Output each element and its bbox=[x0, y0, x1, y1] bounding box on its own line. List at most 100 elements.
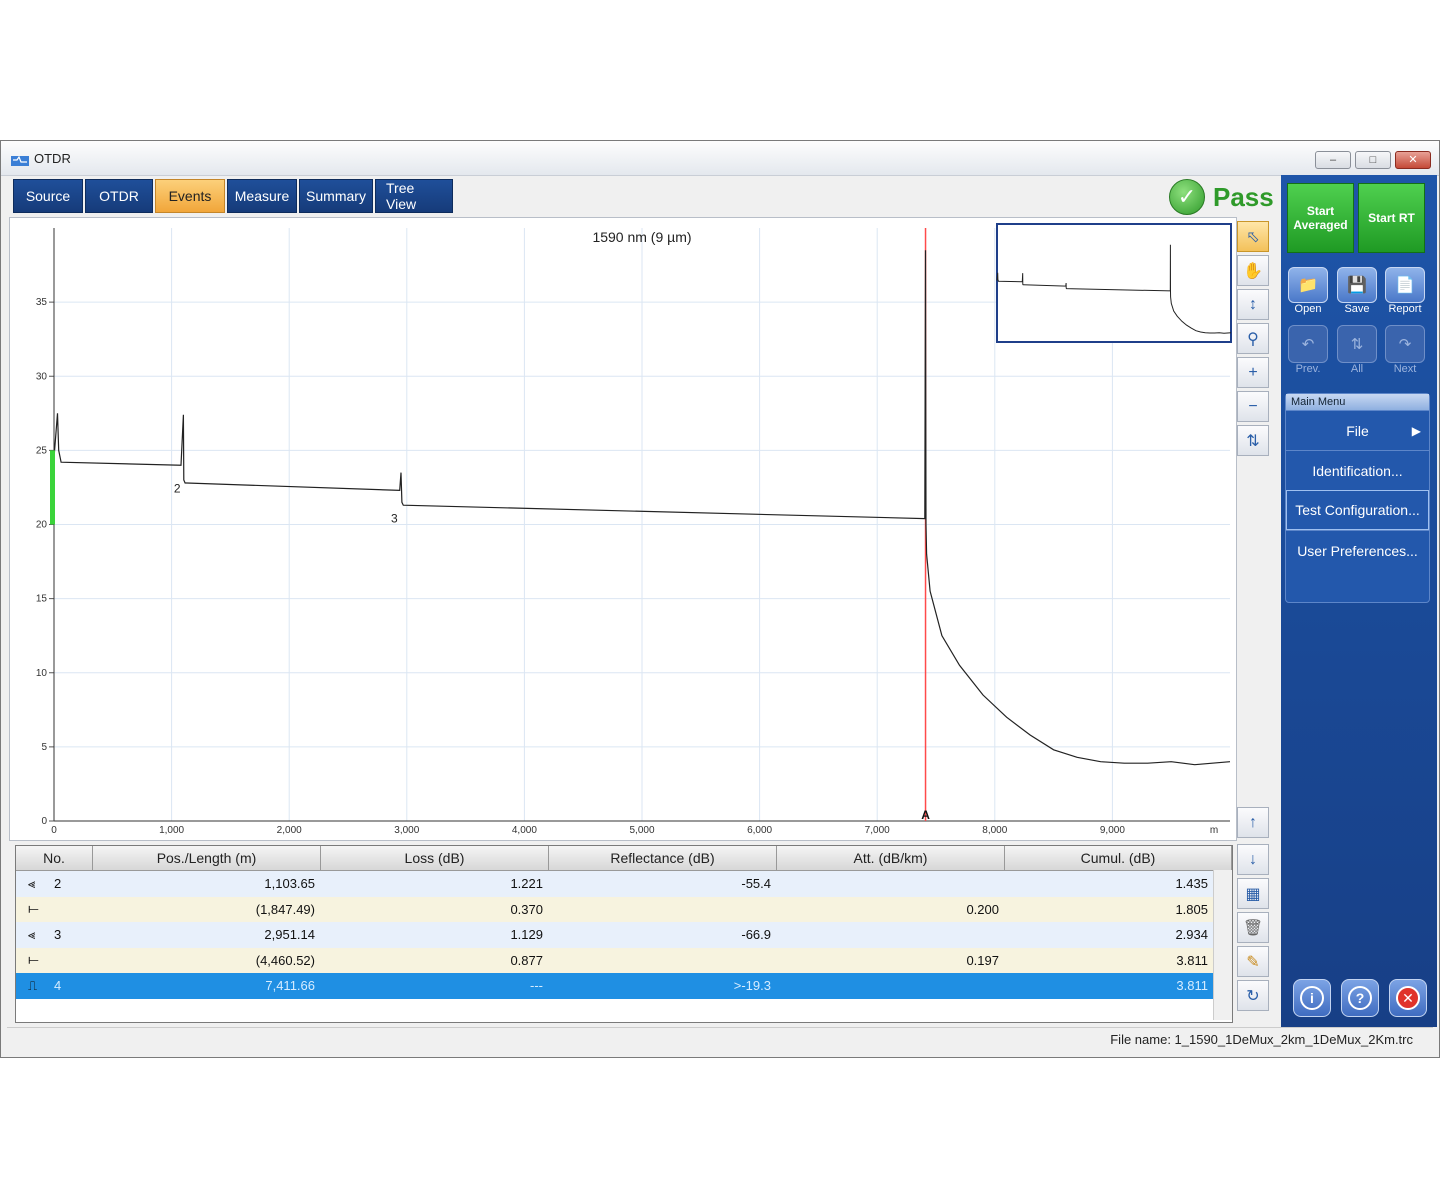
otdr-graph[interactable]: 0 1,000 2,000 3,000 4,000 5,000 6,000 7,000 8,00… bbox=[9, 217, 1237, 841]
x-tick-label: 1,000 bbox=[159, 825, 184, 836]
tab-measure[interactable]: Measure bbox=[227, 179, 297, 213]
pan-hand-icon[interactable]: ✋ bbox=[1237, 255, 1269, 286]
zoom-magnifier-icon[interactable]: ⚲ bbox=[1237, 323, 1269, 354]
prev-event-button[interactable]: ↶ Prev. bbox=[1287, 325, 1329, 375]
zoom-out-icon[interactable]: − bbox=[1237, 391, 1269, 422]
y-tick-label: 25 bbox=[36, 445, 48, 456]
col-loss[interactable]: Loss (dB) bbox=[321, 846, 549, 870]
edit-pencil-icon[interactable]: ✎ bbox=[1237, 946, 1269, 977]
prev-label: Prev. bbox=[1295, 363, 1321, 375]
cell-pos: (4,460.52) bbox=[255, 952, 315, 968]
full-view-icon[interactable]: ⇅ bbox=[1237, 425, 1269, 456]
close-button[interactable]: ✕ bbox=[1395, 151, 1431, 169]
delete-trash-icon[interactable]: 🗑 bbox=[1237, 912, 1269, 943]
table-header: No. Pos./Length (m) Loss (dB) Reflectanc… bbox=[16, 846, 1232, 871]
event-settings-icon[interactable]: ▦ bbox=[1237, 878, 1269, 909]
y-tick-label: 30 bbox=[36, 371, 48, 382]
y-tick-label: 35 bbox=[36, 297, 48, 308]
report-button[interactable]: 📄 Report bbox=[1384, 267, 1426, 315]
events-table: No. Pos./Length (m) Loss (dB) Reflectanc… bbox=[15, 845, 1233, 1023]
launch-level-bar bbox=[50, 450, 55, 525]
pointer-icon[interactable]: ⬁ bbox=[1237, 221, 1269, 252]
tab-tree-view[interactable]: Tree View bbox=[375, 179, 453, 213]
main-menu: Main Menu File ▶ Identification... Test … bbox=[1285, 393, 1430, 603]
menu-item-identification[interactable]: Identification... bbox=[1286, 450, 1429, 490]
table-row[interactable]: ⪡ 2 1,103.65 1.221 -55.4 1.435 bbox=[16, 871, 1232, 897]
table-scrollbar[interactable] bbox=[1213, 870, 1232, 1020]
menu-item-file[interactable]: File ▶ bbox=[1286, 410, 1429, 450]
title-bar: OTDR – □ ✕ bbox=[1, 141, 1439, 176]
col-reflectance[interactable]: Reflectance (dB) bbox=[549, 846, 777, 870]
cell-no: ⪡ 2 bbox=[16, 871, 93, 897]
x-tick-label: 8,000 bbox=[982, 825, 1007, 836]
cell-cumul: 1.805 bbox=[1175, 901, 1208, 917]
col-cumulative[interactable]: Cumul. (dB) bbox=[1005, 846, 1232, 870]
y-tick-label: 10 bbox=[36, 668, 48, 679]
menu-item-user-preferences[interactable]: User Preferences... bbox=[1286, 530, 1429, 570]
help-button[interactable]: ? bbox=[1341, 979, 1379, 1017]
cell-pos: 2,951.14 bbox=[264, 927, 315, 943]
x-tick-label: 4,000 bbox=[512, 825, 537, 836]
span-icon: ⟝ bbox=[28, 901, 39, 917]
y-tick-label: 15 bbox=[36, 594, 48, 605]
right-control-panel: Start Averaged Start RT 📁 Open 💾 Save 📄 … bbox=[1281, 175, 1437, 1027]
info-button[interactable]: i bbox=[1293, 979, 1331, 1017]
move-up-icon[interactable]: ↑ bbox=[1237, 807, 1269, 838]
tab-source[interactable]: Source bbox=[13, 179, 83, 213]
open-button[interactable]: 📁 Open bbox=[1287, 267, 1329, 315]
floppy-save-icon: 💾 bbox=[1337, 267, 1377, 303]
all-events-button[interactable]: ⇅ All bbox=[1336, 325, 1378, 375]
graph-toolbar: ⬁ ✋ ↕ ⚲ + − ⇅ bbox=[1237, 221, 1273, 459]
all-label: All bbox=[1350, 363, 1364, 375]
cell-cumul: 2.934 bbox=[1175, 927, 1208, 943]
report-document-icon: 📄 bbox=[1385, 267, 1425, 303]
cell-pos: (1,847.49) bbox=[255, 901, 315, 917]
x-tick-label: 2,000 bbox=[277, 825, 302, 836]
minimize-button[interactable]: – bbox=[1315, 151, 1351, 169]
table-body: ⪡ 2 1,103.65 1.221 -55.4 1.435 ⟝ (1,847.49) 0.37… bbox=[16, 871, 1232, 999]
x-tick-label: 6,000 bbox=[747, 825, 772, 836]
reflective-event-icon: ⪡ bbox=[28, 875, 36, 891]
reflective-event-icon: ⪡ bbox=[28, 926, 36, 942]
cell-loss: 0.877 bbox=[510, 952, 543, 968]
start-rt-button[interactable]: Start RT bbox=[1358, 183, 1425, 253]
cell-refl: -55.4 bbox=[741, 876, 771, 892]
exit-button[interactable]: ✕ bbox=[1389, 979, 1427, 1017]
menu-item-test-configuration[interactable]: Test Configuration... bbox=[1286, 490, 1429, 530]
next-trace-icon: ↷ bbox=[1385, 325, 1425, 363]
report-label: Report bbox=[1388, 303, 1422, 315]
maximize-button[interactable]: □ bbox=[1355, 151, 1391, 169]
table-row[interactable]: ⟝ (4,460.52) 0.877 0.197 3.811 bbox=[16, 947, 1232, 973]
table-row[interactable]: ⎍ 4 7,411.66 --- >-19.3 3.811 bbox=[16, 973, 1232, 999]
folder-icon: 📁 bbox=[1288, 267, 1328, 303]
zoom-in-icon[interactable]: + bbox=[1237, 357, 1269, 388]
y-tick-label: 5 bbox=[41, 742, 47, 753]
col-attenuation[interactable]: Att. (dB/km) bbox=[777, 846, 1005, 870]
tab-otdr[interactable]: OTDR bbox=[85, 179, 153, 213]
check-icon: ✓ bbox=[1169, 179, 1205, 215]
x-tick-label: 0 bbox=[51, 825, 57, 836]
col-position[interactable]: Pos./Length (m) bbox=[93, 846, 321, 870]
col-no[interactable]: No. bbox=[16, 846, 93, 870]
refresh-icon[interactable]: ↻ bbox=[1237, 980, 1269, 1011]
cell-no: ⟝ bbox=[16, 897, 93, 923]
all-trace-icon: ⇅ bbox=[1337, 325, 1377, 363]
tab-bar: Source OTDR Events Measure Summary Tree … bbox=[13, 179, 453, 213]
open-label: Open bbox=[1294, 303, 1322, 315]
tab-summary[interactable]: Summary bbox=[299, 179, 373, 213]
window-title: OTDR bbox=[34, 151, 71, 166]
save-button[interactable]: 💾 Save bbox=[1336, 267, 1378, 315]
cell-loss: 1.129 bbox=[510, 927, 543, 943]
cell-att: 0.197 bbox=[966, 952, 999, 968]
table-row[interactable]: ⪡ 3 2,951.14 1.129 -66.9 2.934 bbox=[16, 922, 1232, 948]
exit-icon: ✕ bbox=[1396, 986, 1420, 1010]
span-icon: ⟝ bbox=[28, 952, 39, 968]
info-icon: i bbox=[1300, 986, 1324, 1010]
move-down-icon[interactable]: ↓ bbox=[1237, 844, 1269, 875]
next-event-button[interactable]: ↷ Next bbox=[1384, 325, 1426, 375]
trace-chart[interactable]: 0 1,000 2,000 3,000 4,000 5,000 6,000 7,000 8,00… bbox=[10, 218, 1236, 840]
table-row[interactable]: ⟝ (1,847.49) 0.370 0.200 1.805 bbox=[16, 896, 1232, 923]
zoom-area-icon[interactable]: ↕ bbox=[1237, 289, 1269, 320]
tab-events[interactable]: Events bbox=[155, 179, 225, 213]
start-averaged-button[interactable]: Start Averaged bbox=[1287, 183, 1354, 253]
